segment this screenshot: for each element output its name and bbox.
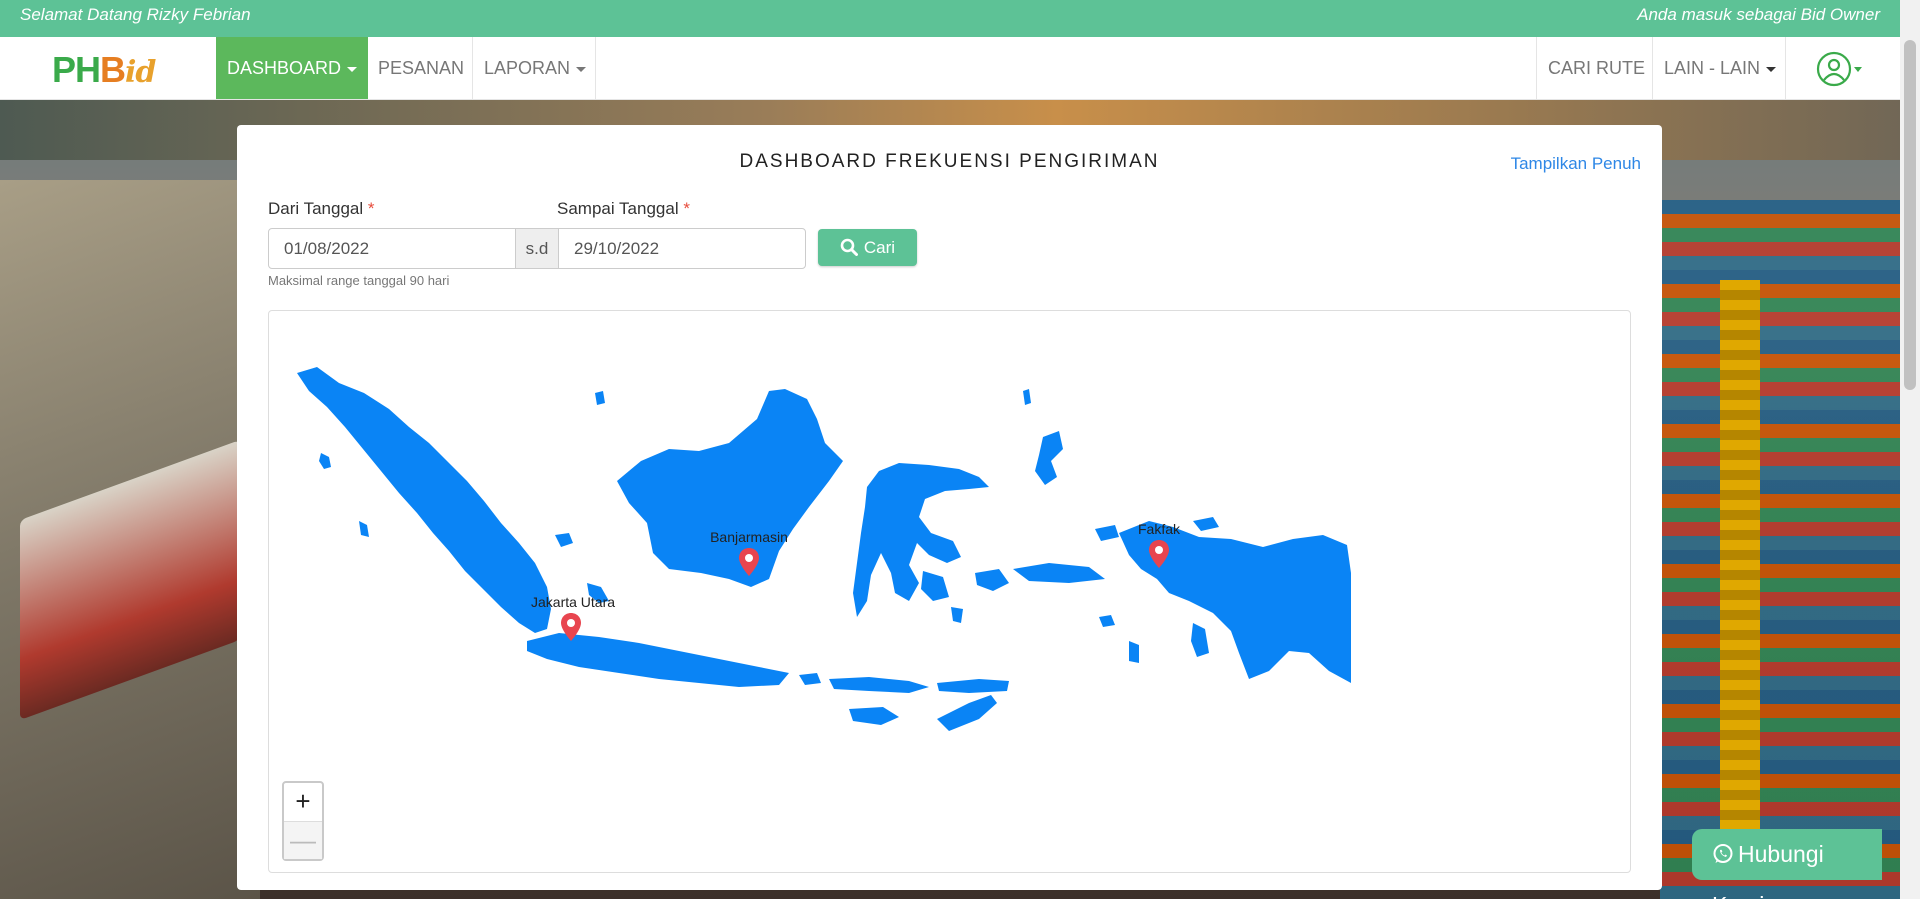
map-marker[interactable]: Banjarmasin <box>709 529 789 582</box>
island-nias <box>319 453 331 469</box>
map-marker[interactable]: Jakarta Utara <box>531 594 616 647</box>
search-icon <box>840 238 858 256</box>
user-circle-icon <box>1816 51 1862 87</box>
island-timor <box>937 695 997 731</box>
nav-lain-lain-label: LAIN - LAIN <box>1664 58 1761 78</box>
island-sangihe <box>1023 389 1031 405</box>
island-raja-ampat <box>1095 525 1119 541</box>
island-bali <box>799 673 821 685</box>
required-mark: * <box>683 199 690 218</box>
from-date-input[interactable]: 01/08/2022 <box>268 228 516 269</box>
map-pin-icon <box>739 548 759 576</box>
island-kei <box>1129 641 1139 663</box>
indonesia-map[interactable]: Jakarta Utara Banjarmasin Fakfak + — <box>268 310 1631 873</box>
island-riau <box>555 533 573 547</box>
logo-ph: PH <box>52 49 101 90</box>
island-mentawai <box>359 521 369 537</box>
nav-laporan-label: LAPORAN <box>484 58 571 78</box>
from-date-label-text: Dari Tanggal <box>268 199 364 218</box>
island-sulawesi-southeast <box>921 571 949 601</box>
nav-cari-rute-label: CARI RUTE <box>1548 58 1646 78</box>
island-halmahera <box>1035 431 1063 485</box>
from-date-label: Dari Tanggal * <box>268 199 375 219</box>
zoom-in-button[interactable]: + <box>284 783 322 821</box>
island-tanimbar <box>1191 623 1209 657</box>
required-mark: * <box>367 199 375 218</box>
nav-dashboard-label: DASHBOARD <box>227 58 342 78</box>
nav-divider <box>595 37 596 99</box>
nav-laporan[interactable]: LAPORAN <box>473 37 597 99</box>
date-range-hint: Maksimal range tanggal 90 hari <box>268 273 450 288</box>
welcome-bar: Selamat Datang Rizky Febrian Anda masuk … <box>0 0 1920 37</box>
map-pin-icon <box>561 613 581 641</box>
island-buru <box>975 569 1009 591</box>
caret-down-icon <box>576 66 587 72</box>
map-marker-label: Jakarta Utara <box>531 594 616 610</box>
island-sumatra <box>297 367 551 633</box>
to-date-label: Sampai Tanggal * <box>557 199 690 219</box>
island-nusa-tenggara-2 <box>937 679 1009 693</box>
whatsapp-contact-button[interactable]: Hubungi Kami <box>1692 829 1882 899</box>
map-zoom-control: + — <box>282 781 324 861</box>
nav-cari-rute[interactable]: CARI RUTE <box>1537 37 1656 99</box>
map-marker-label: Banjarmasin <box>710 529 788 545</box>
app-logo[interactable]: PHBid <box>52 49 172 90</box>
island-banda <box>1099 615 1115 627</box>
fullscreen-link[interactable]: Tampilkan Penuh <box>1511 154 1641 174</box>
profile-menu[interactable] <box>1812 51 1868 87</box>
zoom-out-button[interactable]: — <box>284 821 322 859</box>
to-date-input[interactable]: 29/10/2022 <box>558 228 806 269</box>
background-crane <box>1720 280 1760 840</box>
nav-lain-lain[interactable]: LAIN - LAIN <box>1653 37 1787 99</box>
island-sumba <box>849 707 899 725</box>
map-pin-icon <box>1149 540 1169 568</box>
caret-down-icon <box>347 66 358 72</box>
island-sulawesi <box>853 463 989 617</box>
dashboard-card: DASHBOARD FREKUENSI PENGIRIMAN Tampilkan… <box>237 125 1662 890</box>
island-buton <box>951 607 963 623</box>
main-navbar: PHBid DASHBOARD PESANAN LAPORAN CARI RUT… <box>0 37 1920 100</box>
nav-pesanan[interactable]: PESANAN <box>367 37 475 99</box>
map-canvas[interactable] <box>269 311 1631 873</box>
scrollbar-thumb[interactable] <box>1904 40 1916 390</box>
map-marker[interactable]: Fakfak <box>1119 521 1199 574</box>
background-containers <box>1660 200 1920 899</box>
nav-dashboard[interactable]: DASHBOARD <box>216 37 369 99</box>
search-button[interactable]: Cari <box>818 229 917 266</box>
whatsapp-icon <box>1713 844 1733 863</box>
nav-divider <box>1785 37 1786 99</box>
caret-down-icon <box>1766 66 1777 72</box>
to-date-label-text: Sampai Tanggal <box>557 199 679 218</box>
island-natuna <box>595 391 605 405</box>
island-seram <box>1013 563 1105 583</box>
welcome-text: Selamat Datang Rizky Febrian <box>20 5 251 24</box>
nav-pesanan-label: PESANAN <box>378 58 465 78</box>
logo-id: id <box>125 55 156 90</box>
role-text: Anda masuk sebagai Bid Owner <box>1637 5 1880 24</box>
island-nusa-tenggara-1 <box>829 677 929 693</box>
logo-b: B <box>100 49 126 90</box>
map-marker-label: Fakfak <box>1137 521 1180 537</box>
page-title: DASHBOARD FREKUENSI PENGIRIMAN <box>739 151 1160 172</box>
date-range-separator: s.d <box>516 228 558 269</box>
search-button-label: Cari <box>863 238 896 257</box>
page-scrollbar[interactable] <box>1900 0 1920 899</box>
